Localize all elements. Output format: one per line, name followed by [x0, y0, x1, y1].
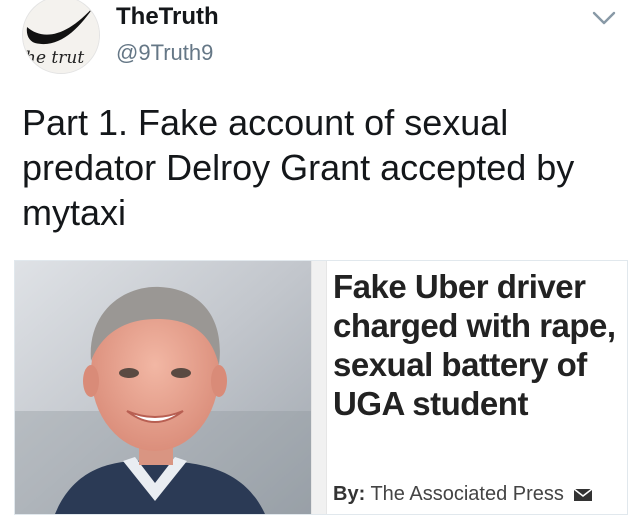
- tweet-header: he trut TheTruth @9Truth9: [0, 0, 640, 80]
- byline-label: By:: [333, 483, 366, 505]
- card-byline: By: The Associated Press: [333, 483, 627, 506]
- swoosh-logo-icon: he trut: [23, 0, 99, 73]
- avatar[interactable]: he trut: [22, 0, 100, 74]
- chevron-down-icon[interactable]: [591, 8, 617, 28]
- envelope-icon[interactable]: [573, 488, 593, 502]
- card-headline[interactable]: Fake Uber driver charged with rape, sexu…: [333, 267, 627, 423]
- card-divider: [311, 261, 327, 514]
- link-card[interactable]: Fake Uber driver charged with rape, sexu…: [14, 260, 628, 515]
- byline-name[interactable]: The Associated Press: [370, 483, 563, 505]
- man-portrait-image: [15, 261, 311, 514]
- tweet-text: Part 1. Fake account of sexual predator …: [22, 102, 575, 233]
- card-photo: [15, 261, 311, 514]
- display-name[interactable]: TheTruth: [116, 3, 219, 31]
- user-handle[interactable]: @9Truth9: [116, 40, 213, 66]
- avatar-text: he trut: [25, 48, 84, 68]
